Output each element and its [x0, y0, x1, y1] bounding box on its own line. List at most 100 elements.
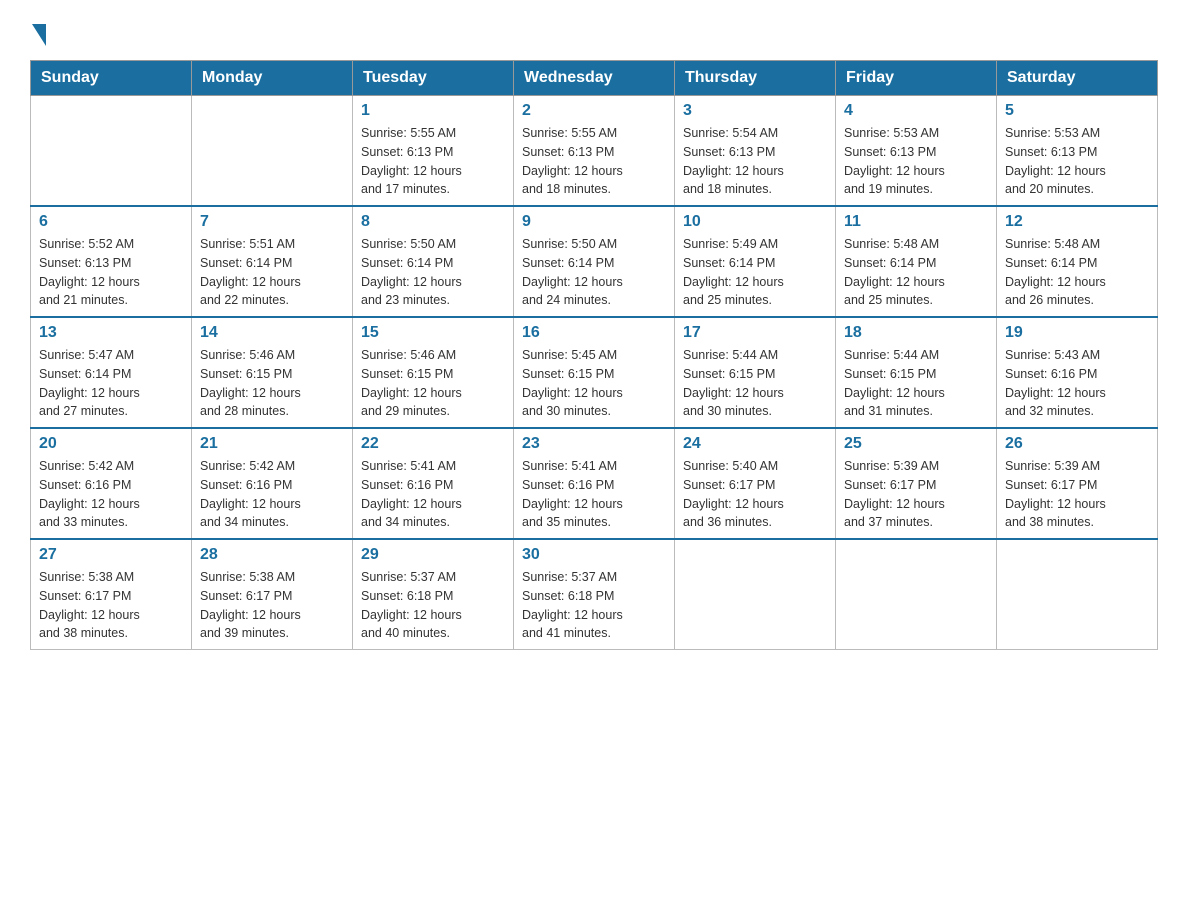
day-info: Sunrise: 5:45 AM Sunset: 6:15 PM Dayligh…	[522, 346, 666, 421]
day-info: Sunrise: 5:38 AM Sunset: 6:17 PM Dayligh…	[39, 568, 183, 643]
day-number: 4	[844, 102, 988, 120]
day-number: 1	[361, 102, 505, 120]
calendar-header-row: SundayMondayTuesdayWednesdayThursdayFrid…	[31, 61, 1158, 96]
day-number: 13	[39, 324, 183, 342]
calendar-cell: 7 Sunrise: 5:51 AM Sunset: 6:14 PM Daylig…	[192, 206, 353, 317]
day-number: 2	[522, 102, 666, 120]
day-number: 21	[200, 435, 344, 453]
calendar-cell: 18Sunrise: 5:44 AM Sunset: 6:15 PM Dayli…	[836, 317, 997, 428]
day-number: 29	[361, 546, 505, 564]
day-number: 27	[39, 546, 183, 564]
calendar-cell: 24 Sunrise: 5:40 AM Sunset: 6:17 PM Dayli…	[675, 428, 836, 539]
day-info: Sunrise: 5:43 AM Sunset: 6:16 PM Dayligh…	[1005, 346, 1149, 421]
day-info: Sunrise: 5:48 AM Sunset: 6:14 PM Dayligh…	[1005, 235, 1149, 310]
calendar-week-row: 27 Sunrise: 5:38 AM Sunset: 6:17 PM Dayli…	[31, 539, 1158, 650]
day-info: Sunrise: 5:42 AM Sunset: 6:16 PM Dayligh…	[200, 457, 344, 532]
calendar-cell: 21 Sunrise: 5:42 AM Sunset: 6:16 PM Dayli…	[192, 428, 353, 539]
day-number: 25	[844, 435, 988, 453]
day-number: 14	[200, 324, 344, 342]
column-header-saturday: Saturday	[997, 61, 1158, 96]
day-number: 11	[844, 213, 988, 231]
day-number: 23	[522, 435, 666, 453]
calendar-cell: 19 Sunrise: 5:43 AM Sunset: 6:16 PM Dayli…	[997, 317, 1158, 428]
calendar-cell: 13 Sunrise: 5:47 AM Sunset: 6:14 PM Dayli…	[31, 317, 192, 428]
calendar-cell: 28Sunrise: 5:38 AM Sunset: 6:17 PM Dayli…	[192, 539, 353, 650]
calendar-cell: 11 Sunrise: 5:48 AM Sunset: 6:14 PM Dayli…	[836, 206, 997, 317]
day-info: Sunrise: 5:50 AM Sunset: 6:14 PM Dayligh…	[522, 235, 666, 310]
day-info: Sunrise: 5:47 AM Sunset: 6:14 PM Dayligh…	[39, 346, 183, 421]
column-header-tuesday: Tuesday	[353, 61, 514, 96]
day-info: Sunrise: 5:53 AM Sunset: 6:13 PM Dayligh…	[844, 124, 988, 199]
day-number: 16	[522, 324, 666, 342]
logo	[30, 20, 46, 44]
page-header	[30, 20, 1158, 44]
day-info: Sunrise: 5:40 AM Sunset: 6:17 PM Dayligh…	[683, 457, 827, 532]
calendar-table: SundayMondayTuesdayWednesdayThursdayFrid…	[30, 60, 1158, 650]
day-info: Sunrise: 5:51 AM Sunset: 6:14 PM Dayligh…	[200, 235, 344, 310]
day-number: 30	[522, 546, 666, 564]
calendar-cell: 15 Sunrise: 5:46 AM Sunset: 6:15 PM Dayli…	[353, 317, 514, 428]
calendar-cell	[192, 96, 353, 207]
day-number: 24	[683, 435, 827, 453]
day-info: Sunrise: 5:55 AM Sunset: 6:13 PM Dayligh…	[361, 124, 505, 199]
day-info: Sunrise: 5:52 AM Sunset: 6:13 PM Dayligh…	[39, 235, 183, 310]
day-info: Sunrise: 5:44 AM Sunset: 6:15 PM Dayligh…	[683, 346, 827, 421]
calendar-cell: 2 Sunrise: 5:55 AM Sunset: 6:13 PM Daylig…	[514, 96, 675, 207]
column-header-monday: Monday	[192, 61, 353, 96]
day-number: 15	[361, 324, 505, 342]
day-number: 12	[1005, 213, 1149, 231]
calendar-cell: 30 Sunrise: 5:37 AM Sunset: 6:18 PM Dayli…	[514, 539, 675, 650]
day-info: Sunrise: 5:55 AM Sunset: 6:13 PM Dayligh…	[522, 124, 666, 199]
day-info: Sunrise: 5:49 AM Sunset: 6:14 PM Dayligh…	[683, 235, 827, 310]
calendar-cell: 22Sunrise: 5:41 AM Sunset: 6:16 PM Dayli…	[353, 428, 514, 539]
calendar-cell: 9 Sunrise: 5:50 AM Sunset: 6:14 PM Daylig…	[514, 206, 675, 317]
day-number: 9	[522, 213, 666, 231]
calendar-week-row: 13 Sunrise: 5:47 AM Sunset: 6:14 PM Dayli…	[31, 317, 1158, 428]
day-number: 20	[39, 435, 183, 453]
day-info: Sunrise: 5:41 AM Sunset: 6:16 PM Dayligh…	[522, 457, 666, 532]
calendar-cell: 16 Sunrise: 5:45 AM Sunset: 6:15 PM Dayli…	[514, 317, 675, 428]
day-info: Sunrise: 5:37 AM Sunset: 6:18 PM Dayligh…	[361, 568, 505, 643]
column-header-thursday: Thursday	[675, 61, 836, 96]
day-info: Sunrise: 5:37 AM Sunset: 6:18 PM Dayligh…	[522, 568, 666, 643]
calendar-week-row: 1 Sunrise: 5:55 AM Sunset: 6:13 PM Daylig…	[31, 96, 1158, 207]
calendar-cell: 25 Sunrise: 5:39 AM Sunset: 6:17 PM Dayli…	[836, 428, 997, 539]
day-info: Sunrise: 5:54 AM Sunset: 6:13 PM Dayligh…	[683, 124, 827, 199]
column-header-sunday: Sunday	[31, 61, 192, 96]
day-number: 5	[1005, 102, 1149, 120]
day-number: 8	[361, 213, 505, 231]
calendar-cell: 10 Sunrise: 5:49 AM Sunset: 6:14 PM Dayli…	[675, 206, 836, 317]
calendar-cell	[31, 96, 192, 207]
day-number: 7	[200, 213, 344, 231]
day-info: Sunrise: 5:39 AM Sunset: 6:17 PM Dayligh…	[1005, 457, 1149, 532]
calendar-cell: 4 Sunrise: 5:53 AM Sunset: 6:13 PM Daylig…	[836, 96, 997, 207]
day-info: Sunrise: 5:39 AM Sunset: 6:17 PM Dayligh…	[844, 457, 988, 532]
day-number: 10	[683, 213, 827, 231]
calendar-cell	[836, 539, 997, 650]
calendar-cell: 1 Sunrise: 5:55 AM Sunset: 6:13 PM Daylig…	[353, 96, 514, 207]
day-number: 3	[683, 102, 827, 120]
day-info: Sunrise: 5:46 AM Sunset: 6:15 PM Dayligh…	[361, 346, 505, 421]
calendar-cell: 14 Sunrise: 5:46 AM Sunset: 6:15 PM Dayli…	[192, 317, 353, 428]
calendar-week-row: 20 Sunrise: 5:42 AM Sunset: 6:16 PM Dayli…	[31, 428, 1158, 539]
calendar-cell: 27 Sunrise: 5:38 AM Sunset: 6:17 PM Dayli…	[31, 539, 192, 650]
day-number: 26	[1005, 435, 1149, 453]
day-info: Sunrise: 5:46 AM Sunset: 6:15 PM Dayligh…	[200, 346, 344, 421]
day-info: Sunrise: 5:44 AM Sunset: 6:15 PM Dayligh…	[844, 346, 988, 421]
day-number: 19	[1005, 324, 1149, 342]
calendar-cell: 3 Sunrise: 5:54 AM Sunset: 6:13 PM Daylig…	[675, 96, 836, 207]
calendar-cell: 20 Sunrise: 5:42 AM Sunset: 6:16 PM Dayli…	[31, 428, 192, 539]
calendar-cell	[997, 539, 1158, 650]
calendar-cell: 29 Sunrise: 5:37 AM Sunset: 6:18 PM Dayli…	[353, 539, 514, 650]
calendar-cell: 26 Sunrise: 5:39 AM Sunset: 6:17 PM Dayli…	[997, 428, 1158, 539]
calendar-cell	[675, 539, 836, 650]
day-number: 6	[39, 213, 183, 231]
column-header-friday: Friday	[836, 61, 997, 96]
day-info: Sunrise: 5:48 AM Sunset: 6:14 PM Dayligh…	[844, 235, 988, 310]
day-number: 22	[361, 435, 505, 453]
calendar-cell: 8Sunrise: 5:50 AM Sunset: 6:14 PM Daylig…	[353, 206, 514, 317]
day-info: Sunrise: 5:53 AM Sunset: 6:13 PM Dayligh…	[1005, 124, 1149, 199]
day-info: Sunrise: 5:38 AM Sunset: 6:17 PM Dayligh…	[200, 568, 344, 643]
calendar-week-row: 6 Sunrise: 5:52 AM Sunset: 6:13 PM Daylig…	[31, 206, 1158, 317]
day-info: Sunrise: 5:42 AM Sunset: 6:16 PM Dayligh…	[39, 457, 183, 532]
